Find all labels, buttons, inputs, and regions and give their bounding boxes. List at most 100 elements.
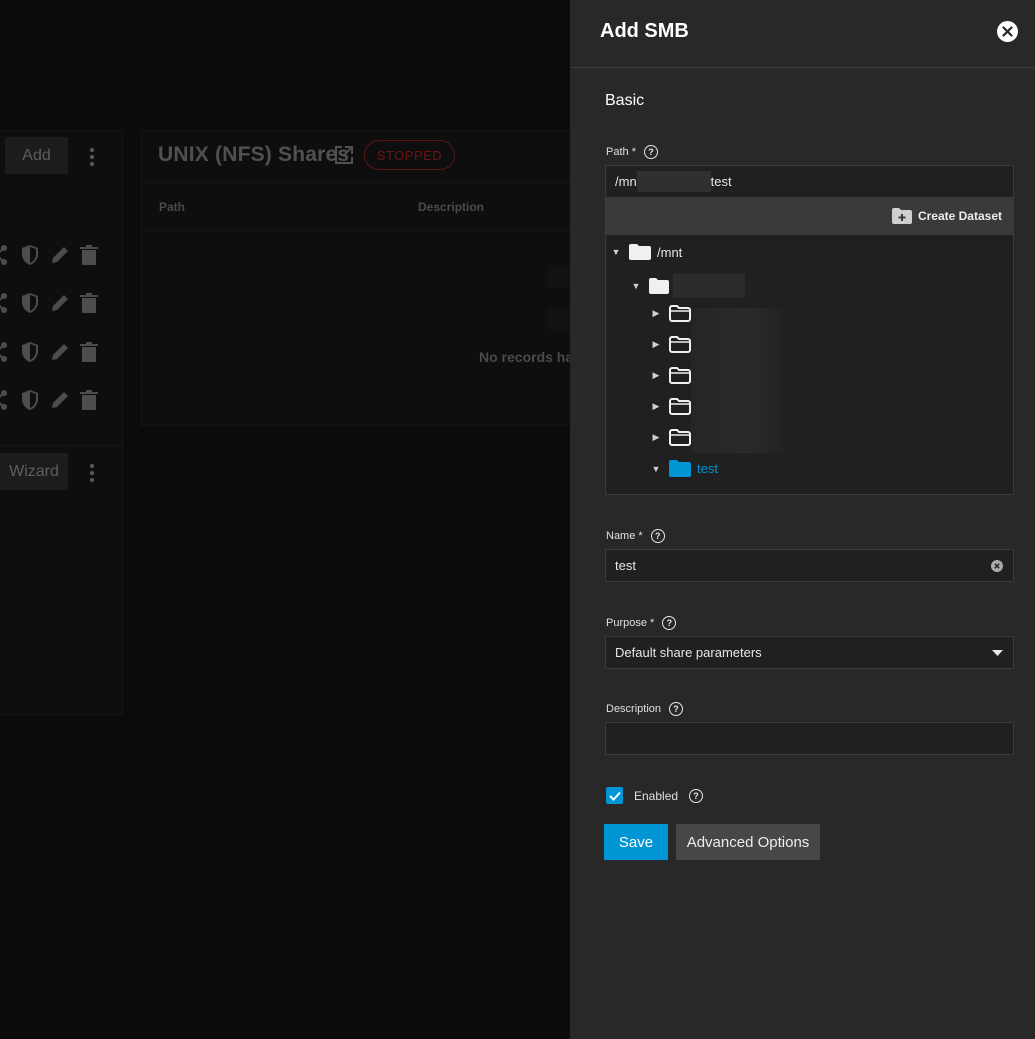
advanced-options-button[interactable]: Advanced Options (676, 824, 820, 860)
panel-header: Add SMB (570, 0, 1035, 68)
share-icon[interactable] (0, 389, 10, 411)
wizard-button[interactable]: Wizard (0, 453, 68, 490)
folder-outline-icon (669, 429, 691, 446)
folder-outline-icon (669, 398, 691, 415)
add-folder-icon (891, 208, 912, 224)
path-value-prefix: /mn (615, 174, 637, 189)
explorer-toolbar: Create Dataset (606, 198, 1013, 235)
pencil-icon[interactable] (50, 390, 70, 410)
description-label: Description ? (606, 702, 684, 716)
divider (0, 445, 123, 446)
folder-icon (669, 460, 691, 477)
external-link-icon[interactable] (334, 145, 354, 165)
purpose-value: Default share parameters (615, 645, 762, 660)
status-badge: STOPPED (364, 140, 455, 170)
caret-down-icon[interactable]: ▼ (631, 281, 641, 291)
help-icon[interactable]: ? (669, 702, 684, 716)
help-icon[interactable]: ? (662, 616, 677, 630)
folder-icon (649, 278, 669, 294)
required-mark: * (638, 530, 643, 542)
section-title-basic: Basic (605, 92, 645, 109)
folder-outline-icon (669, 305, 691, 322)
enabled-checkbox[interactable] (606, 787, 623, 804)
tree-label-mnt: /mnt (657, 244, 683, 260)
enabled-checkbox-row: Enabled ? (606, 787, 704, 804)
shield-icon[interactable] (20, 292, 40, 314)
tree-node-folder[interactable]: ▶ (651, 336, 691, 353)
redacted-folder-names (691, 308, 783, 453)
row-actions (0, 389, 98, 411)
create-dataset-button[interactable]: Create Dataset (891, 208, 1002, 224)
panel-title: Add SMB (600, 20, 689, 42)
tree-node-test[interactable]: ▼ test (651, 460, 718, 477)
more-vert-icon[interactable] (89, 464, 95, 482)
pencil-icon[interactable] (50, 245, 70, 265)
name-input[interactable]: test (605, 549, 1014, 582)
required-mark: * (650, 617, 655, 629)
more-vert-icon[interactable] (89, 148, 95, 166)
divider (141, 230, 570, 231)
path-value-suffix: test (710, 174, 732, 189)
placeholder-block (547, 266, 570, 288)
pencil-icon[interactable] (50, 293, 70, 313)
clear-icon[interactable] (991, 559, 1003, 572)
nfs-shares-title: UNIX (NFS) Shares (158, 143, 350, 166)
name-label: Name * ? (606, 529, 665, 543)
required-mark: * (631, 146, 636, 158)
trash-icon[interactable] (80, 245, 98, 265)
column-header-description: Description (418, 200, 485, 214)
path-input[interactable]: /mn test (605, 165, 1014, 198)
caret-right-icon[interactable]: ▶ (651, 370, 661, 381)
nfs-shares-card (141, 130, 570, 426)
add-smb-panel: Add SMB Basic Path * ? /mn test Create D… (570, 0, 1035, 1039)
share-icon[interactable] (0, 244, 10, 266)
tree-label-test: test (697, 461, 718, 476)
trash-icon[interactable] (80, 390, 98, 410)
caret-right-icon[interactable]: ▶ (651, 308, 661, 319)
share-icon[interactable] (0, 341, 10, 363)
purpose-label-text: Purpose (606, 617, 647, 629)
purpose-select[interactable]: Default share parameters (605, 636, 1014, 669)
smb-shares-card (0, 130, 123, 715)
check-icon (608, 791, 621, 801)
purpose-label: Purpose * ? (606, 616, 677, 630)
column-header-path: Path (159, 200, 186, 214)
folder-outline-icon (669, 336, 691, 353)
dropdown-arrow-icon (992, 649, 1003, 656)
help-icon[interactable]: ? (689, 788, 704, 803)
close-icon (1002, 26, 1013, 37)
save-button[interactable]: Save (604, 824, 668, 860)
background-page: Add UNIX (NFS) Shares STOPPED Path Descr… (0, 0, 570, 1039)
placeholder-block (547, 308, 570, 330)
row-actions (0, 292, 98, 314)
create-dataset-label: Create Dataset (917, 209, 1002, 223)
tree-node-folder[interactable]: ▶ (651, 305, 691, 322)
caret-right-icon[interactable]: ▶ (651, 339, 661, 350)
close-button[interactable] (997, 21, 1018, 42)
path-explorer: Create Dataset ▼ /mnt ▼ ▶ ▶ ▶ ▶ ▶ ▼ test (605, 198, 1014, 495)
shield-icon[interactable] (20, 341, 40, 363)
tree-node-folder[interactable]: ▶ (651, 398, 691, 415)
caret-right-icon[interactable]: ▶ (651, 432, 661, 443)
tree-node-folder[interactable]: ▶ (651, 367, 691, 384)
share-icon[interactable] (0, 292, 10, 314)
trash-icon[interactable] (80, 342, 98, 362)
empty-state-text: No records ha (479, 349, 570, 365)
redacted-label (673, 274, 745, 298)
description-label-text: Description (606, 703, 662, 715)
tree-node-folder[interactable]: ▶ (651, 429, 691, 446)
caret-down-icon[interactable]: ▼ (651, 464, 661, 474)
tree-node-pool[interactable]: ▼ (631, 274, 745, 298)
help-icon[interactable]: ? (650, 529, 665, 543)
caret-right-icon[interactable]: ▶ (651, 401, 661, 412)
description-input[interactable] (605, 722, 1014, 755)
help-icon[interactable]: ? (643, 145, 658, 159)
shield-icon[interactable] (20, 244, 40, 266)
trash-icon[interactable] (80, 293, 98, 313)
shield-icon[interactable] (20, 389, 40, 411)
pencil-icon[interactable] (50, 342, 70, 362)
row-actions (0, 244, 98, 266)
caret-down-icon[interactable]: ▼ (611, 247, 621, 257)
add-button[interactable]: Add (5, 137, 68, 174)
tree-node-mnt[interactable]: ▼ /mnt (611, 244, 682, 260)
